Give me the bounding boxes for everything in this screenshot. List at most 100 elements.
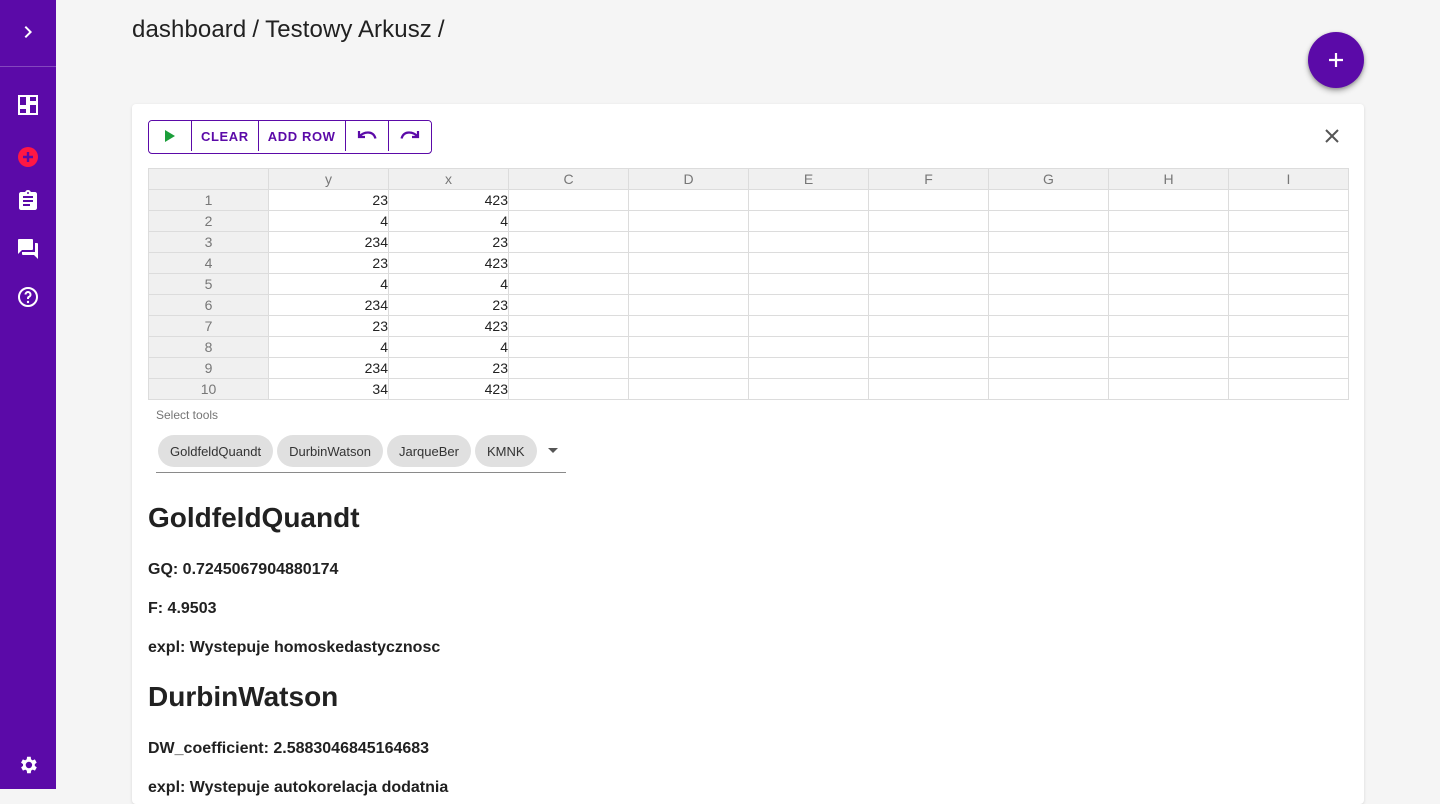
grid-cell[interactable] — [868, 294, 989, 316]
grid-cell[interactable] — [1108, 315, 1229, 337]
grid-cell[interactable]: 34 — [268, 378, 389, 400]
grid-cell[interactable] — [1108, 189, 1229, 211]
add-row-button[interactable]: ADD ROW — [258, 121, 346, 151]
sidebar-item-forum[interactable] — [0, 225, 56, 273]
grid-cell[interactable] — [748, 378, 869, 400]
grid-cell[interactable] — [748, 231, 869, 253]
close-button[interactable] — [1320, 124, 1344, 148]
grid-cell[interactable]: 23 — [388, 357, 509, 379]
grid-cell[interactable] — [988, 252, 1109, 274]
grid-cell[interactable] — [628, 210, 749, 232]
grid-cell[interactable] — [1228, 357, 1349, 379]
grid-cell[interactable]: 23 — [268, 189, 389, 211]
grid-cell[interactable]: 4 — [388, 336, 509, 358]
column-header[interactable]: E — [748, 168, 869, 190]
grid-cell[interactable] — [508, 315, 629, 337]
grid-cell[interactable] — [748, 189, 869, 211]
grid-cell[interactable] — [628, 189, 749, 211]
grid-cell[interactable] — [748, 294, 869, 316]
undo-button[interactable] — [345, 121, 389, 151]
grid-cell[interactable] — [988, 294, 1109, 316]
column-header[interactable]: I — [1228, 168, 1349, 190]
grid-cell[interactable]: 23 — [268, 315, 389, 337]
grid-cell[interactable] — [988, 273, 1109, 295]
grid-cell[interactable] — [1228, 294, 1349, 316]
grid-cell[interactable] — [1108, 231, 1229, 253]
grid-cell[interactable] — [868, 336, 989, 358]
grid-cell[interactable] — [868, 231, 989, 253]
clear-button[interactable]: CLEAR — [192, 121, 259, 151]
row-header[interactable]: 5 — [148, 273, 269, 295]
grid-cell[interactable] — [868, 273, 989, 295]
grid-cell[interactable] — [508, 210, 629, 232]
tool-chip[interactable]: DurbinWatson — [277, 435, 383, 467]
grid-cell[interactable] — [628, 336, 749, 358]
grid-cell[interactable] — [1228, 378, 1349, 400]
row-header[interactable]: 9 — [148, 357, 269, 379]
row-header[interactable]: 2 — [148, 210, 269, 232]
grid-cell[interactable] — [1108, 357, 1229, 379]
grid-cell[interactable] — [988, 189, 1109, 211]
row-header[interactable]: 6 — [148, 294, 269, 316]
grid-cell[interactable] — [628, 231, 749, 253]
grid-cell[interactable] — [988, 378, 1109, 400]
column-header[interactable]: y — [268, 168, 389, 190]
sidebar-item-dashboard[interactable] — [0, 81, 56, 129]
grid-cell[interactable] — [508, 189, 629, 211]
grid-cell[interactable] — [988, 231, 1109, 253]
breadcrumb-dashboard[interactable]: dashboard — [132, 16, 246, 44]
grid-cell[interactable]: 423 — [388, 315, 509, 337]
grid-cell[interactable]: 23 — [388, 294, 509, 316]
grid-cell[interactable]: 423 — [388, 189, 509, 211]
grid-cell[interactable] — [1228, 336, 1349, 358]
grid-cell[interactable] — [508, 273, 629, 295]
breadcrumb-sheet[interactable]: Testowy Arkusz — [265, 16, 432, 44]
tool-chip[interactable]: KMNK — [474, 435, 537, 467]
sidebar-item-settings[interactable] — [0, 741, 56, 789]
tools-select[interactable]: GoldfeldQuandt DurbinWatson JarqueBer KM… — [156, 430, 566, 473]
grid-cell[interactable] — [868, 357, 989, 379]
grid-cell[interactable]: 4 — [268, 336, 389, 358]
grid-cell[interactable]: 4 — [268, 273, 389, 295]
grid-cell[interactable] — [1228, 273, 1349, 295]
grid-cell[interactable] — [748, 273, 869, 295]
grid-cell[interactable] — [1108, 378, 1229, 400]
column-header[interactable]: x — [388, 168, 509, 190]
grid-cell[interactable]: 423 — [388, 378, 509, 400]
grid-cell[interactable] — [868, 252, 989, 274]
grid-cell[interactable] — [748, 252, 869, 274]
sidebar-item-add[interactable] — [0, 133, 56, 181]
grid-cell[interactable] — [868, 378, 989, 400]
grid-cell[interactable] — [1228, 252, 1349, 274]
grid-cell[interactable] — [748, 210, 869, 232]
grid-cell[interactable] — [628, 378, 749, 400]
grid-cell[interactable]: 234 — [268, 294, 389, 316]
grid-cell[interactable] — [1228, 315, 1349, 337]
grid-cell[interactable] — [988, 357, 1109, 379]
column-header[interactable]: D — [628, 168, 749, 190]
grid-cell[interactable]: 234 — [268, 231, 389, 253]
grid-cell[interactable] — [988, 210, 1109, 232]
row-header[interactable]: 4 — [148, 252, 269, 274]
grid-cell[interactable] — [1108, 252, 1229, 274]
grid-cell[interactable] — [508, 378, 629, 400]
grid-cell[interactable] — [628, 315, 749, 337]
grid-cell[interactable] — [748, 315, 869, 337]
row-header[interactable]: 3 — [148, 231, 269, 253]
column-header[interactable]: G — [988, 168, 1109, 190]
column-header[interactable]: H — [1108, 168, 1229, 190]
grid-cell[interactable]: 4 — [388, 210, 509, 232]
grid-cell[interactable] — [1108, 294, 1229, 316]
grid-cell[interactable] — [868, 315, 989, 337]
row-header[interactable]: 7 — [148, 315, 269, 337]
grid-cell[interactable]: 234 — [268, 357, 389, 379]
grid-cell[interactable] — [988, 336, 1109, 358]
dropdown-arrow-icon[interactable] — [541, 439, 565, 463]
expand-sidebar-button[interactable] — [0, 8, 56, 56]
grid-cell[interactable] — [1228, 210, 1349, 232]
sidebar-item-assignments[interactable] — [0, 177, 56, 225]
grid-cell[interactable]: 423 — [388, 252, 509, 274]
grid-cell[interactable]: 23 — [388, 231, 509, 253]
sidebar-item-help[interactable] — [0, 273, 56, 321]
grid-cell[interactable]: 4 — [268, 210, 389, 232]
